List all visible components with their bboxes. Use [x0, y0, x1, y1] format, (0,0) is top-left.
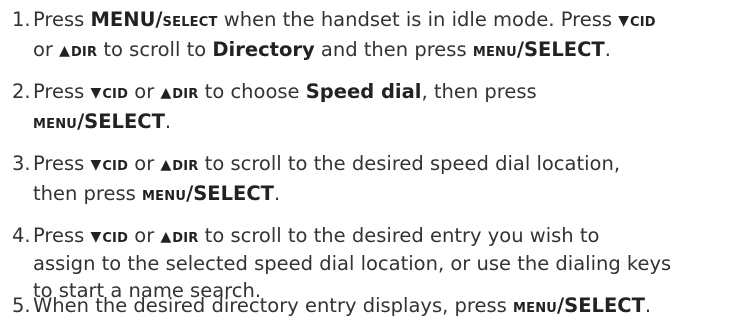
text: assign to the selected speed dial locati…: [33, 252, 672, 275]
dir-key-label: DIR: [70, 45, 98, 60]
text: Press: [33, 80, 91, 103]
menu-key-label: MENU: [512, 301, 558, 316]
menu-key-label: MENU: [142, 189, 187, 204]
text: .: [604, 38, 611, 61]
down-arrow-icon: ▼: [90, 157, 102, 173]
step-number: 1.: [12, 8, 31, 31]
text: then press: [33, 182, 143, 205]
instruction-steps: 1. Press MENU/SELECT when the handset is…: [0, 0, 740, 321]
select-key-label: SELECT: [162, 15, 218, 30]
text: When the desired directory entry display…: [33, 294, 513, 317]
text: to scroll to the desired speed dial loca…: [198, 152, 621, 175]
text: or: [128, 152, 161, 175]
select-key-label: /SELECT: [77, 110, 165, 133]
step-line: Press ▼CID or ▲DIR to scroll to the desi…: [33, 150, 620, 181]
step-line: or ▲DIR to scroll to Directory and then …: [33, 36, 611, 67]
text: or: [128, 80, 161, 103]
text: to scroll to the desired entry you wish …: [198, 224, 600, 247]
step-number: 5.: [12, 294, 31, 317]
up-arrow-icon: ▲: [59, 43, 70, 59]
up-arrow-icon: ▲: [160, 157, 172, 173]
cid-key-label: CID: [102, 87, 129, 102]
cid-key-label: CID: [102, 231, 129, 246]
cid-key-label: CID: [630, 15, 656, 30]
step-line: then press MENU/SELECT.: [33, 180, 280, 211]
select-key-label: /SELECT: [186, 182, 274, 205]
text: Press: [33, 224, 91, 247]
dir-key-label: DIR: [172, 231, 199, 246]
step-line: assign to the selected speed dial locati…: [33, 250, 671, 278]
text: or: [128, 224, 161, 247]
text: when the handset is in idle mode. Press: [217, 8, 619, 31]
select-key-label: /SELECT: [516, 38, 605, 61]
select-key-label: /SELECT: [557, 294, 645, 317]
step-line: Press MENU/SELECT when the handset is in…: [33, 6, 656, 37]
step-number: 3.: [12, 152, 31, 175]
step-line: MENU/SELECT.: [33, 108, 171, 139]
down-arrow-icon: ▼: [618, 13, 630, 29]
text: .: [164, 110, 172, 133]
up-arrow-icon: ▲: [160, 85, 172, 101]
step-line: Press ▼CID or ▲DIR to choose Speed dial,…: [33, 78, 537, 109]
down-arrow-icon: ▼: [90, 85, 102, 101]
text: to scroll to: [97, 38, 213, 61]
text: and then press: [314, 38, 473, 61]
step-line: Press ▼CID or ▲DIR to scroll to the desi…: [33, 222, 599, 253]
menu-key-label: MENU/: [90, 8, 163, 31]
text: Press: [33, 152, 91, 175]
menu-key-label: MENU: [33, 117, 78, 132]
text: to choose: [198, 80, 306, 103]
directory-label: Directory: [212, 38, 315, 61]
text: .: [644, 294, 652, 317]
cid-key-label: CID: [102, 159, 129, 174]
text: Press: [33, 8, 91, 31]
text: or: [33, 38, 60, 61]
down-arrow-icon: ▼: [90, 229, 102, 245]
speed-dial-label: Speed dial: [305, 80, 422, 103]
step-line: When the desired directory entry display…: [33, 292, 651, 323]
dir-key-label: DIR: [172, 159, 199, 174]
dir-key-label: DIR: [172, 87, 199, 102]
text: .: [273, 182, 281, 205]
up-arrow-icon: ▲: [160, 229, 172, 245]
step-number: 4.: [12, 224, 31, 247]
text: , then press: [421, 80, 537, 103]
step-number: 2.: [12, 80, 31, 103]
menu-key-label: MENU: [472, 45, 517, 60]
